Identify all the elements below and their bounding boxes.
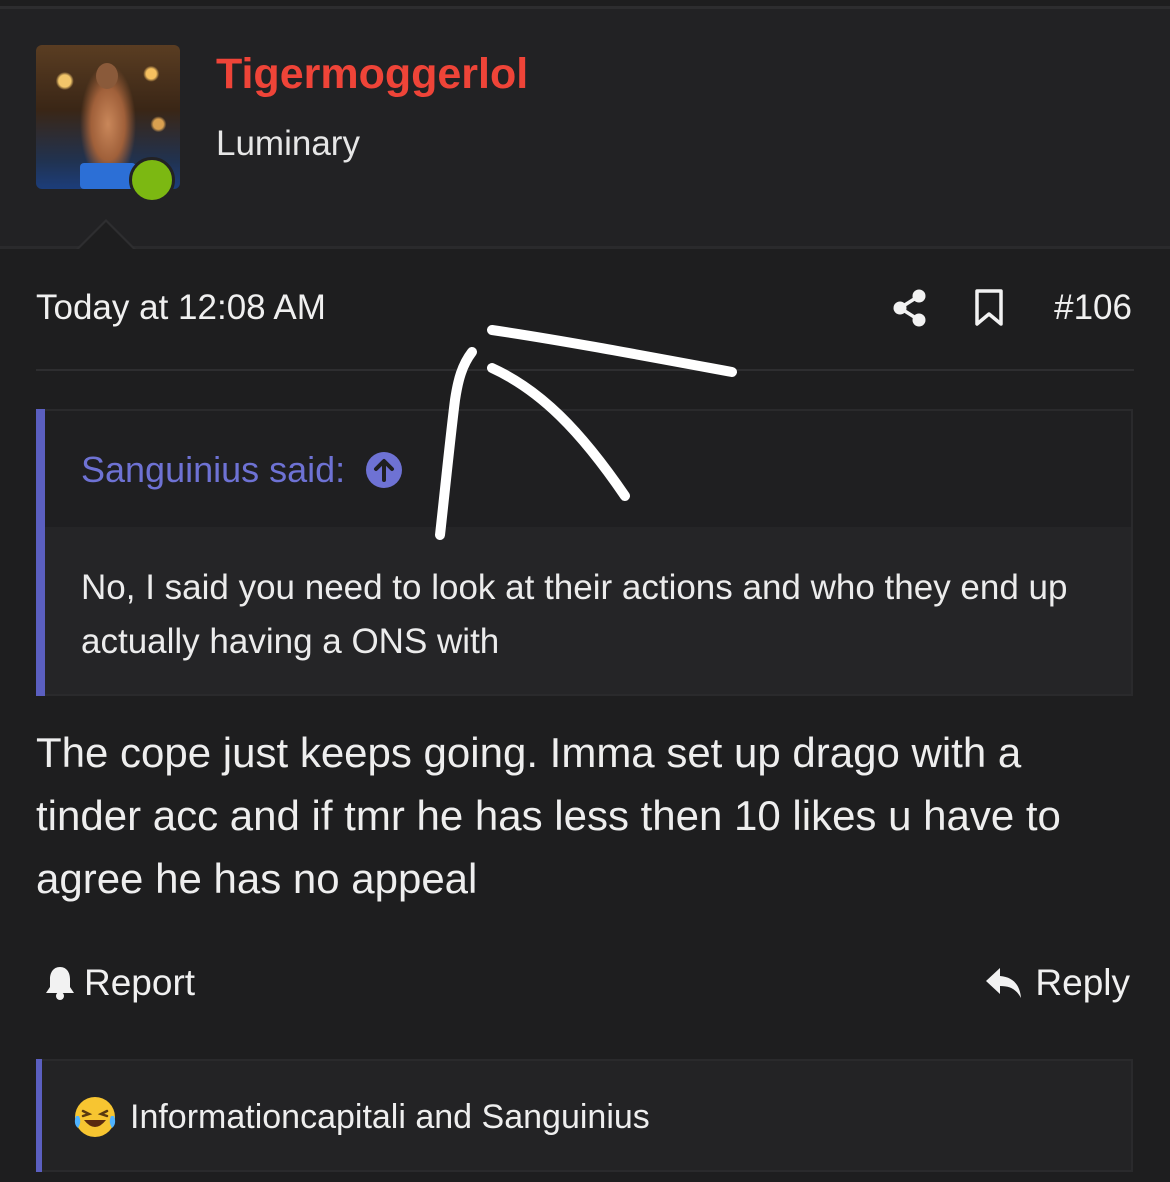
reply-icon xyxy=(986,968,1022,998)
report-label[interactable]: Report xyxy=(84,962,195,1004)
online-status-indicator xyxy=(129,157,175,203)
jump-to-quote-icon[interactable] xyxy=(365,451,403,489)
reply-label[interactable]: Reply xyxy=(1035,962,1130,1004)
reaction-list[interactable]: Informationcapitali and Sanguinius xyxy=(72,1094,650,1140)
post-message: The cope just keeps going. Imma set up d… xyxy=(36,729,1061,902)
header-divider xyxy=(0,246,1170,249)
quote-attribution-text[interactable]: Sanguinius said: xyxy=(81,449,345,491)
post-number-link[interactable]: #106 xyxy=(1054,288,1132,328)
avatar-figure-head xyxy=(96,63,118,89)
laughing-tears-emoji xyxy=(74,1097,116,1137)
report-button[interactable]: Report xyxy=(44,962,195,1004)
username[interactable]: Tigermoggerlol xyxy=(216,50,528,99)
share-icon[interactable] xyxy=(892,289,928,327)
post-timestamp[interactable]: Today at 12:08 AM xyxy=(36,288,326,328)
bell-icon xyxy=(46,967,74,1000)
reply-button[interactable]: Reply xyxy=(985,962,1130,1004)
quote-accent-bar xyxy=(36,409,45,696)
avatar-figure-shorts xyxy=(80,163,136,189)
header-pointer-inner xyxy=(79,222,133,249)
post-actions: #106 xyxy=(892,288,1132,328)
user-title: Luminary xyxy=(216,124,360,163)
reactions-accent-bar xyxy=(36,1059,42,1172)
bookmark-icon[interactable] xyxy=(974,289,1004,327)
reaction-users[interactable]: Informationcapitali and Sanguinius xyxy=(130,1098,650,1137)
quote-text: No, I said you need to look at their act… xyxy=(81,568,1068,661)
meta-divider xyxy=(36,369,1134,371)
quote-attribution[interactable]: Sanguinius said: xyxy=(81,449,403,491)
